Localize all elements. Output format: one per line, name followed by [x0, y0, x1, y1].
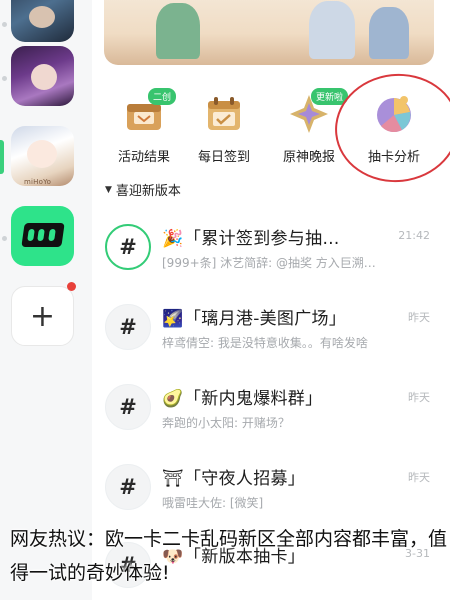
channel-name: 🥑「新内鬼爆料群」: [162, 389, 323, 409]
channel-item[interactable]: # 🎉「累计签到参与抽… 21:42 [999+条] 沐艺简辞: @抽奖 方入巨…: [92, 220, 450, 300]
channel-emoji: ⛩: [162, 469, 184, 489]
channel-name: 🌠「璃月港-美图广场」: [162, 309, 347, 329]
event-banner[interactable]: [104, 0, 434, 65]
server-icon-3[interactable]: [11, 126, 74, 186]
channel-emoji: 🥑: [162, 389, 184, 409]
channel-preview: 奔跑的小太阳: 开赌场？: [162, 416, 290, 430]
server-caption: miHoYo: [24, 178, 52, 186]
channel-time: 昨天: [408, 311, 430, 324]
rail-dot: [2, 76, 7, 81]
server-rail: miHoYo +: [0, 0, 92, 600]
nok-logo-icon: [21, 223, 65, 247]
quick-action-checkin[interactable]: 每日签到: [184, 92, 264, 165]
rail-dot: [2, 22, 7, 27]
channel-name: 🎉「累计签到参与抽…: [162, 229, 340, 249]
plus-icon: +: [29, 298, 56, 334]
channel-name: ⛩「守夜人招募」: [162, 469, 306, 489]
activity-chest-icon: 二创: [122, 88, 177, 136]
hash-channel-icon: #: [105, 224, 151, 270]
collapse-triangle-icon: ▼: [105, 184, 112, 195]
avatar-face: [27, 140, 57, 168]
channel-item[interactable]: # 🥑「新内鬼爆料群」 昨天 奔跑的小太阳: 开赌场？: [92, 380, 450, 460]
channel-item[interactable]: # 🌠「璃月港-美图广场」 昨天 梓鸢倩空: 我是没特意收集。。有啥发啥: [92, 300, 450, 380]
server-icon-2[interactable]: [11, 46, 74, 106]
avatar-face: [31, 64, 57, 90]
quick-action-activity[interactable]: 二创 活动结果: [104, 88, 184, 165]
add-server-button[interactable]: +: [11, 286, 74, 346]
channel-time: 昨天: [408, 471, 430, 484]
hash-channel-icon: #: [105, 304, 151, 350]
channel-preview: 梓鸢倩空: 我是没特意收集。。有啥发啥: [162, 336, 368, 350]
badge-label: 二创: [148, 88, 177, 105]
quick-action-label: 活动结果: [117, 150, 170, 165]
channel-preview: 哦雷哇大佐: [微笑]: [162, 496, 264, 510]
channel-preview: [999+条] 沐艺简辞: @抽奖 方入巨溯…: [162, 256, 376, 270]
caption-overlay: 网友热议：欧一卡二卡乱码新区全部内容都丰富，值得一试的奇妙体验!: [10, 528, 448, 584]
quick-action-label: 每日签到: [197, 150, 250, 165]
banner-character: [156, 3, 200, 59]
avatar-face: [29, 6, 55, 28]
banner-character: [369, 7, 409, 59]
rail-dot: [2, 236, 7, 241]
selected-indicator: [0, 140, 4, 174]
channel-emoji: 🎉: [162, 229, 184, 249]
star-medal-icon: 更新啦: [287, 88, 349, 136]
hash-channel-icon: #: [105, 464, 151, 510]
quick-action-label: 原神晚报: [282, 150, 335, 165]
server-icon-1[interactable]: [11, 0, 74, 42]
channel-time: 昨天: [408, 391, 430, 404]
section-header[interactable]: ▼ 喜迎新版本: [105, 180, 181, 199]
hash-channel-icon: #: [105, 384, 151, 430]
channel-panel: 二创 活动结果 每日签到 更新啦 原神晚报 抽卡分析 ▼ 喜迎新版本 # 🎉「累…: [92, 0, 450, 600]
banner-character: [309, 1, 355, 59]
channel-time: 21:42: [398, 229, 430, 242]
calendar-check-icon: [202, 92, 246, 136]
notification-dot: [67, 282, 76, 291]
section-title: 喜迎新版本: [115, 184, 181, 199]
channel-emoji: 🌠: [162, 309, 184, 329]
